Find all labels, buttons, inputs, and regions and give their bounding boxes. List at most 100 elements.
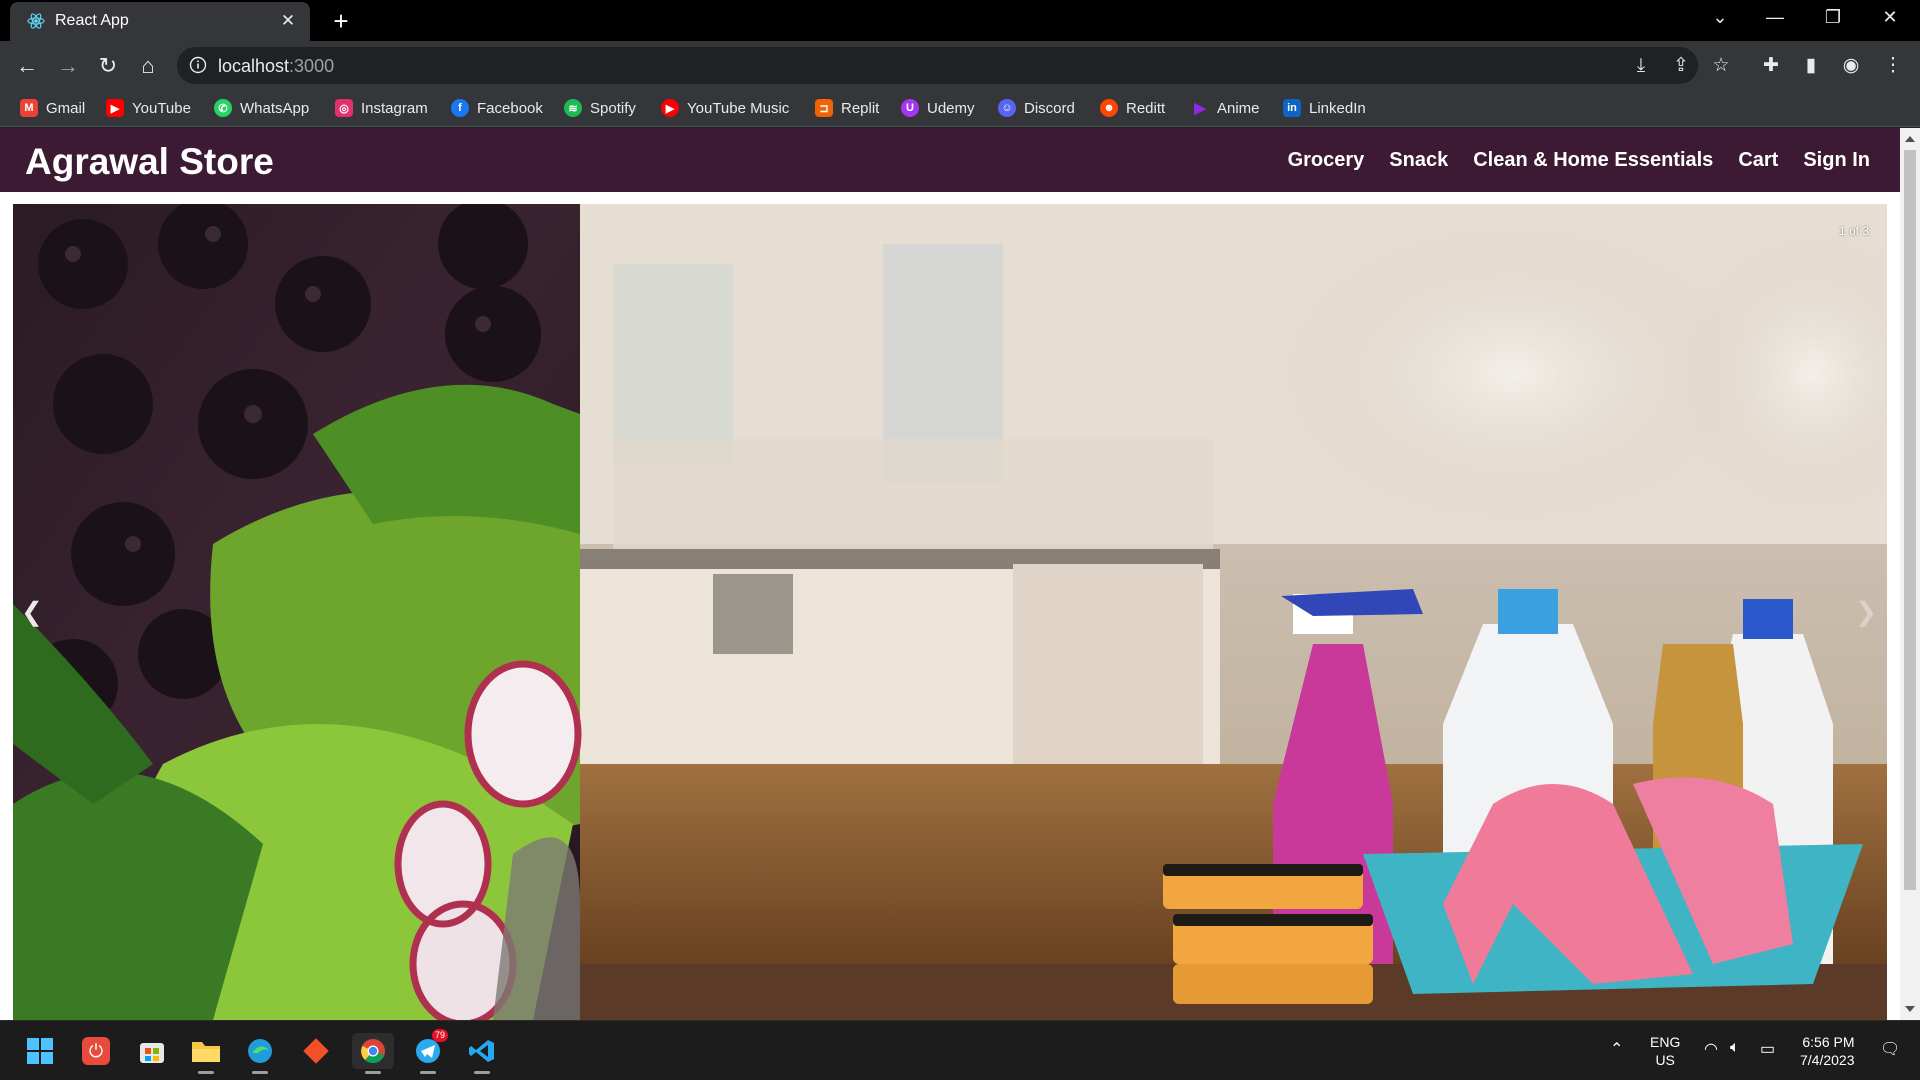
taskbar-app-explorer[interactable] bbox=[188, 1033, 224, 1074]
notification-badge: 79 bbox=[432, 1029, 449, 1042]
nav-link-grocery[interactable]: Grocery bbox=[1288, 149, 1365, 172]
bookmarks-bar: M Gmail ▶ YouTube ✆ WhatsApp ◎ Instagram f Fa… bbox=[0, 90, 1920, 127]
image-carousel[interactable]: 1 of 3 ❮ ❯ bbox=[13, 204, 1887, 1020]
extensions-icon[interactable]: ✚ bbox=[1758, 53, 1784, 79]
bookmark-gmail[interactable]: M Gmail bbox=[20, 97, 85, 119]
instagram-icon: ◎ bbox=[335, 99, 353, 117]
bookmark-star-icon[interactable]: ☆ bbox=[1708, 53, 1734, 79]
microsoft-store-icon bbox=[140, 1043, 164, 1063]
reddit-icon: ☻ bbox=[1100, 99, 1118, 117]
bookmark-spotify[interactable]: ≋ Spotify bbox=[564, 97, 636, 119]
back-button[interactable]: ← bbox=[12, 51, 42, 81]
udemy-icon: U bbox=[901, 99, 919, 117]
forward-button[interactable]: → bbox=[53, 51, 83, 81]
url-port: :3000 bbox=[289, 56, 335, 76]
nav-link-cart[interactable]: Cart bbox=[1738, 149, 1778, 172]
spotify-icon: ≋ bbox=[564, 99, 582, 117]
bookmark-linkedin[interactable]: in LinkedIn bbox=[1283, 97, 1366, 119]
power-app-icon: ⏻ bbox=[82, 1037, 110, 1065]
bookmark-anime[interactable]: ▶ Anime bbox=[1191, 97, 1260, 119]
wifi-icon[interactable]: ◠ bbox=[1704, 1039, 1718, 1059]
scrollbar-thumb[interactable] bbox=[1904, 150, 1916, 890]
bookmark-youtube-music[interactable]: ▶ YouTube Music bbox=[661, 97, 789, 119]
side-panel-icon[interactable]: ▮ bbox=[1798, 53, 1824, 79]
bookmark-label: Reditt bbox=[1126, 99, 1166, 117]
bookmark-label: Udemy bbox=[927, 99, 975, 117]
bookmark-label: Gmail bbox=[46, 99, 86, 117]
install-icon[interactable]: ⤓ bbox=[1628, 53, 1654, 79]
volume-icon[interactable]: 🔈︎ bbox=[1730, 1039, 1740, 1057]
gmail-icon: M bbox=[20, 99, 38, 117]
close-window-button[interactable]: ✕ bbox=[1870, 7, 1910, 28]
restore-button[interactable]: ❐ bbox=[1813, 7, 1853, 28]
youtube-icon: ▶ bbox=[106, 99, 124, 117]
edge-icon bbox=[248, 1039, 272, 1063]
carousel-slide-image bbox=[13, 204, 1887, 1020]
react-icon bbox=[27, 13, 45, 29]
site-navbar: Agrawal Store Grocery Snack Clean & Home… bbox=[0, 128, 1900, 192]
language-indicator[interactable]: ENG US bbox=[1650, 1033, 1680, 1069]
bookmark-label: YouTube bbox=[132, 99, 191, 117]
bookmark-instagram[interactable]: ◎ Instagram bbox=[335, 97, 428, 119]
taskbar-app-git[interactable] bbox=[298, 1033, 334, 1069]
folder-icon bbox=[192, 1042, 220, 1062]
bookmark-reditt[interactable]: ☻ Reditt bbox=[1100, 97, 1165, 119]
carousel-next-icon[interactable]: ❯ bbox=[1855, 597, 1877, 628]
address-bar[interactable]: localhost:3000 bbox=[177, 47, 1698, 84]
git-icon bbox=[303, 1038, 329, 1064]
youtube-music-icon: ▶ bbox=[661, 99, 679, 117]
replit-icon: ⊐ bbox=[815, 99, 833, 117]
tab-search-icon[interactable]: ⌄ bbox=[1700, 7, 1740, 28]
site-brand[interactable]: Agrawal Store bbox=[25, 141, 274, 183]
notifications-icon[interactable]: 🗨︎ bbox=[1880, 1039, 1900, 1059]
profile-icon[interactable]: ◉ bbox=[1838, 53, 1864, 79]
taskbar-app-edge[interactable] bbox=[242, 1033, 278, 1074]
bookmark-discord[interactable]: ☺ Discord bbox=[998, 97, 1075, 119]
system-clock[interactable]: 6:56 PM 7/4/2023 bbox=[1800, 1033, 1855, 1069]
close-tab-icon[interactable]: ✕ bbox=[278, 11, 298, 31]
bookmark-facebook[interactable]: f Facebook bbox=[451, 97, 543, 119]
page-scrollbar[interactable] bbox=[1900, 128, 1920, 1020]
menu-icon[interactable]: ⋮ bbox=[1880, 53, 1906, 79]
new-tab-button[interactable]: + bbox=[326, 6, 356, 36]
running-indicator bbox=[198, 1071, 214, 1074]
linkedin-icon: in bbox=[1283, 99, 1301, 117]
taskbar-app-power[interactable]: ⏻ bbox=[78, 1033, 114, 1069]
keyboard-region: US bbox=[1655, 1052, 1675, 1068]
clock-time: 6:56 PM bbox=[1802, 1034, 1855, 1050]
tab-title: React App bbox=[55, 12, 129, 29]
bookmark-youtube[interactable]: ▶ YouTube bbox=[106, 97, 191, 119]
nav-links: Grocery Snack Clean & Home Essentials Ca… bbox=[1288, 149, 1870, 172]
bookmark-whatsapp[interactable]: ✆ WhatsApp bbox=[214, 97, 309, 119]
nav-link-sign-in[interactable]: Sign In bbox=[1803, 149, 1870, 172]
taskbar-app-store[interactable] bbox=[134, 1033, 170, 1069]
reload-button[interactable]: ↻ bbox=[93, 51, 123, 81]
show-hidden-icons-icon[interactable]: ⌃ bbox=[1610, 1039, 1623, 1059]
vscode-icon bbox=[469, 1040, 494, 1062]
home-button[interactable]: ⌂ bbox=[133, 51, 163, 81]
facebook-icon: f bbox=[451, 99, 469, 117]
slide-counter: 1 of 3 bbox=[1838, 224, 1869, 238]
scroll-up-icon[interactable] bbox=[1905, 136, 1915, 142]
running-indicator bbox=[365, 1071, 381, 1074]
bookmark-label: Discord bbox=[1024, 99, 1075, 117]
taskbar-app-vscode[interactable] bbox=[464, 1033, 500, 1074]
browser-tab[interactable]: React App ✕ bbox=[10, 2, 310, 41]
taskbar-app-telegram[interactable]: 79 bbox=[410, 1029, 449, 1074]
battery-icon[interactable]: ▭ bbox=[1760, 1039, 1775, 1059]
taskbar-app-chrome[interactable] bbox=[352, 1033, 394, 1074]
bookmark-label: Anime bbox=[1217, 99, 1260, 117]
info-icon[interactable] bbox=[189, 56, 207, 74]
tab-strip: React App ✕ + ⌄ — ❐ ✕ bbox=[0, 0, 1920, 41]
share-icon[interactable]: ⇪ bbox=[1668, 53, 1694, 79]
bookmark-label: Replit bbox=[841, 99, 880, 117]
carousel-prev-icon[interactable]: ❮ bbox=[21, 597, 43, 628]
nav-link-clean-home-essentials[interactable]: Clean & Home Essentials bbox=[1473, 149, 1713, 172]
bookmark-udemy[interactable]: U Udemy bbox=[901, 97, 975, 119]
scroll-down-icon[interactable] bbox=[1905, 1006, 1915, 1012]
minimize-button[interactable]: — bbox=[1755, 7, 1795, 28]
running-indicator bbox=[252, 1071, 268, 1074]
start-button[interactable] bbox=[22, 1033, 58, 1069]
nav-link-snack[interactable]: Snack bbox=[1389, 149, 1448, 172]
bookmark-replit[interactable]: ⊐ Replit bbox=[815, 97, 879, 119]
